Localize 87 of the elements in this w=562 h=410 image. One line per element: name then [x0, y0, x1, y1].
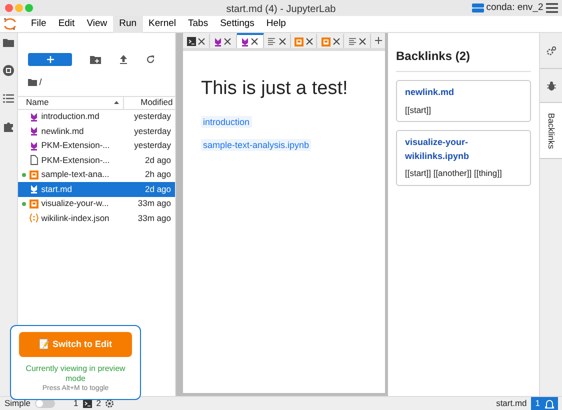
markdown-icon: [29, 126, 39, 136]
notifications-button[interactable]: 1: [531, 396, 558, 410]
notebook-icon: [320, 36, 331, 46]
bell-icon: [544, 398, 554, 408]
backlink-title[interactable]: newlink.md: [405, 86, 522, 100]
kernel-label[interactable]: conda: env_2: [486, 0, 544, 16]
markdown-icon: [29, 184, 39, 194]
markdown-icon: [29, 112, 39, 122]
backlink-text: [[start]]: [405, 104, 432, 116]
menu-icon[interactable]: [546, 3, 558, 13]
folder-icon: [28, 79, 37, 86]
running-indicator-icon: [22, 172, 26, 177]
markdown-icon: [214, 36, 222, 46]
modified-date: 2d ago: [145, 154, 171, 167]
file-name: visualize-your-w...: [41, 197, 110, 210]
menu-item[interactable]: Settings: [214, 14, 260, 34]
backlink-text: [[start]] [[another]] [[thing]]: [405, 167, 503, 180]
settings-icon[interactable]: [105, 399, 114, 408]
document-heading: This is just a test!: [201, 77, 349, 101]
folder-icon[interactable]: [3, 38, 14, 46]
document-tab[interactable]: [236, 33, 264, 48]
column-header[interactable]: Modified: [124, 96, 175, 109]
sort-ascending-icon: [114, 101, 119, 104]
breadcrumb-path[interactable]: /: [39, 76, 42, 90]
mode-label: Simple: [4, 397, 30, 410]
current-file-name: start.md: [496, 397, 527, 410]
notebook-icon: [294, 36, 304, 46]
refresh-icon[interactable]: [146, 55, 155, 64]
menu-item[interactable]: File: [25, 14, 52, 34]
document-tab[interactable]: [290, 33, 318, 48]
file-name: introduction.md: [41, 110, 100, 124]
window-title: start.md (4) - JupyterLab: [226, 3, 336, 17]
modified-date: 33m ago: [138, 197, 171, 210]
new-folder-icon[interactable]: [90, 55, 101, 64]
text-file-icon: [348, 37, 358, 46]
add-tab-icon[interactable]: [374, 37, 382, 44]
wiki-link[interactable]: introduction: [201, 116, 252, 128]
modified-date: 33m ago: [138, 212, 171, 225]
stop-icon[interactable]: [3, 64, 14, 76]
close-icon[interactable]: [251, 38, 258, 45]
new-launcher-button[interactable]: [28, 53, 72, 66]
menu-item[interactable]: Kernel: [142, 14, 182, 34]
preview-status-text: Currently viewing in preview mode: [24, 364, 126, 384]
menu-item[interactable]: Edit: [52, 14, 81, 34]
close-icon[interactable]: [306, 38, 314, 45]
file-name: newlink.md: [41, 124, 85, 138]
notebook-icon: [29, 198, 39, 209]
file-name: wikilink-index.json: [41, 212, 110, 225]
markdown-icon: [29, 140, 39, 151]
modified-date: yesterday: [134, 124, 171, 138]
modified-date: 2d ago: [145, 182, 171, 196]
markdown-icon: [241, 36, 250, 46]
menu-item[interactable]: View: [80, 14, 114, 34]
plus-icon: [46, 56, 54, 63]
modified-date: 2h ago: [145, 168, 171, 182]
list-icon[interactable]: [3, 94, 14, 102]
close-icon[interactable]: [359, 38, 366, 45]
json-icon: [29, 213, 39, 224]
file-name: start.md: [41, 182, 73, 196]
file-name: PKM-Extension-...: [41, 154, 111, 167]
file-name: PKM-Extension-...: [41, 139, 111, 152]
notebook-icon: [29, 170, 39, 180]
modified-date: yesterday: [134, 110, 171, 124]
extension-icon[interactable]: [3, 120, 14, 132]
panel-title: Backlinks (2): [396, 47, 531, 72]
terminal-icon: [186, 37, 196, 46]
settings-icon[interactable]: [546, 46, 556, 56]
file-icon: [29, 155, 39, 166]
running-indicator-icon: [22, 202, 26, 206]
text-file-icon: [267, 37, 276, 46]
terminal-count[interactable]: 1: [73, 397, 78, 410]
close-icon[interactable]: [278, 38, 286, 45]
menu-item[interactable]: Tabs: [182, 14, 214, 34]
file-name: sample-text-ana...: [41, 168, 110, 182]
jupyter-logo-icon: [3, 17, 17, 31]
close-icon[interactable]: [332, 38, 340, 45]
upload-icon[interactable]: [119, 55, 128, 64]
kernel-count[interactable]: 2: [96, 397, 101, 410]
menu-item[interactable]: Help: [260, 14, 292, 34]
server-icon: [472, 3, 484, 13]
close-icon[interactable]: [198, 38, 206, 45]
bug-icon[interactable]: [546, 80, 556, 90]
column-header[interactable]: Name: [26, 96, 49, 109]
modified-date: yesterday: [134, 139, 171, 152]
close-icon[interactable]: [224, 38, 232, 45]
backlink-title[interactable]: visualize-your-wikilinks.ipynb: [405, 136, 522, 164]
wiki-link[interactable]: sample-text-analysis.ipynb: [201, 139, 312, 151]
